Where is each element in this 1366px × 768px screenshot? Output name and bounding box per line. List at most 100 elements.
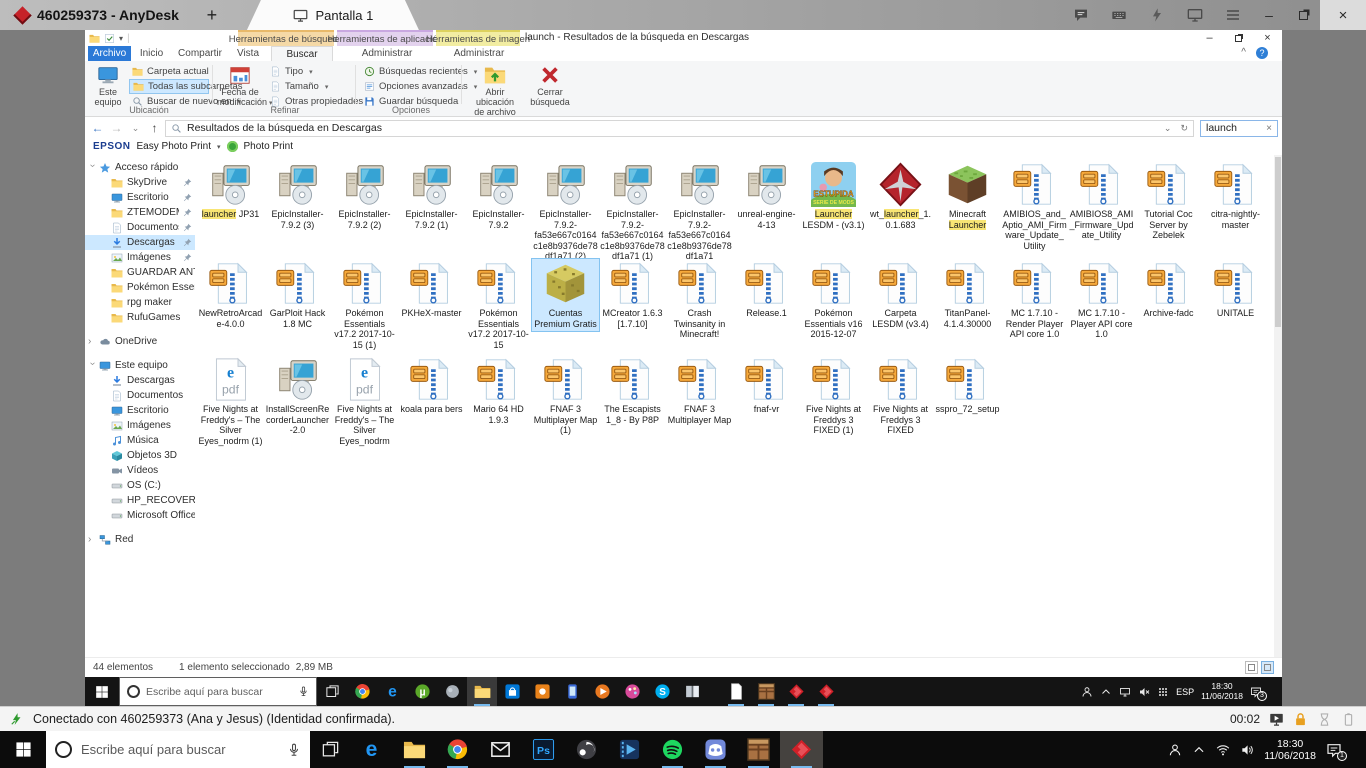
local-action-center-button[interactable]: 1 [1326,742,1342,758]
explorer-titlebar[interactable]: ▾ | Herramientas de búsqueda Herramienta… [85,30,1282,46]
lock-icon[interactable] [1293,712,1308,727]
chevron-icon[interactable]: › [88,164,96,172]
file-item[interactable]: EpicInstaller-7.9.2-fa53e667c0164c1e8b93… [666,160,733,264]
remote-task-view-button[interactable] [317,677,347,706]
sidebar-item-documentos[interactable]: Documentos [85,388,195,403]
file-item[interactable]: GarPloit Hack 1.8 MC [264,259,331,331]
file-item[interactable]: Pokémon Essentials v17.2 2017-10-15 (1) [331,259,398,352]
file-item[interactable]: EpicInstaller-7.9.2 (2) [331,160,398,232]
ps-taskbar-button[interactable] [522,731,565,768]
search-input[interactable]: launch × [1200,120,1278,137]
details-view-button[interactable] [1245,661,1258,674]
show-hidden-icons-chevron[interactable] [1192,743,1206,757]
local-search-box[interactable]: Escribe aquí para buscar [46,731,310,768]
display-settings-button[interactable] [1176,0,1214,30]
screen-share-icon[interactable] [1269,712,1284,727]
file-item[interactable]: koala para bers [398,355,465,417]
minecraft-taskbar-button[interactable] [737,731,780,768]
sidebar-item-microsoft-office-20[interactable]: Microsoft Office 20 [85,508,195,523]
anydesk-taskbar-button[interactable] [780,731,823,768]
sidebar-item-im-genes[interactable]: Imágenes [85,250,195,265]
chat-button[interactable] [1062,0,1100,30]
chevron-icon[interactable]: › [88,536,96,544]
file-item[interactable]: InstallScreenRecorderLauncher-2.0 [264,355,331,438]
help-button[interactable]: ? [1256,47,1268,59]
edge-taskbar-button[interactable] [377,677,407,706]
volume-muted-icon[interactable] [1138,686,1150,698]
file-item[interactable]: wt_launcher_1.0.1.683 [867,160,934,232]
file-item[interactable]: Minecraft Launcher [934,160,1001,232]
local-clock[interactable]: 18:30 11/06/2018 [1264,738,1316,762]
ribbon-collapse-button[interactable]: ^ [1241,47,1246,58]
file-item[interactable]: MC 1.7.10 - Player API core 1.0 [1068,259,1135,342]
grayapp-taskbar-button[interactable] [437,677,467,706]
remote-action-center-button[interactable]: 3 [1250,686,1262,698]
fecha-modificacion-button[interactable]: Fecha de modificación▾ [217,63,263,107]
file-item[interactable]: sspro_72_setup [934,355,1001,417]
sidebar-item-documentos[interactable]: Documentos [85,220,195,235]
sidebar-item-guardar-antes-d[interactable]: GUARDAR ANTES D [85,265,195,280]
tamano-button[interactable]: Tamaño▾ [267,79,353,94]
file-item[interactable]: FNAF 3 Multiplayer Map [666,355,733,427]
file-item[interactable]: EpicInstaller-7.9.2-fa53e667c0164c1e8b93… [532,160,599,264]
sidebar-section-red[interactable]: ›Red [85,532,195,547]
file-item[interactable]: Release.1 [733,259,800,321]
easy-photo-print-menu[interactable]: Easy Photo Print [137,141,211,152]
file-item[interactable]: The Escapists 1_8 - By P8P [599,355,666,427]
file-item[interactable]: AMIBIOS8_AMI_Firmware_Update_Utility [1068,160,1135,243]
forward-button[interactable]: → [108,121,125,135]
microphone-icon[interactable] [298,686,309,697]
skype-taskbar-button[interactable] [647,677,677,706]
minecraft-taskbar-button[interactable] [751,677,781,706]
anydesk-taskbar-button[interactable] [781,677,811,706]
sidebar-item-ztemodem33[interactable]: ZTEMODEM33 [85,205,195,220]
file-item[interactable]: Carpeta LESDM (v3.4) [867,259,934,331]
file-item[interactable]: Crash Twinsanity in Minecraft! [666,259,733,342]
breadcrumb[interactable]: Resultados de la búsqueda en Descargas ⌄… [165,120,1194,137]
people-icon[interactable] [1081,686,1093,698]
sidebar-section-onedrive[interactable]: ›OneDrive [85,334,195,349]
close-button[interactable]: × [1253,30,1282,46]
file-item[interactable]: EpicInstaller-7.9.2-fa53e667c0164c1e8b93… [599,160,666,264]
file-item[interactable]: TitanPanel-4.1.4.30000 [934,259,1001,331]
screen-tab[interactable]: Pantalla 1 [247,0,419,30]
tab-compartir[interactable]: Compartir [172,46,228,61]
spotify-taskbar-button[interactable] [651,731,694,768]
anydesk-taskbar-button[interactable] [811,677,841,706]
network-icon[interactable] [1119,686,1131,698]
file-item[interactable]: EpicInstaller-7.9.2 (3) [264,160,331,232]
file-item[interactable]: EpicInstaller-7.9.2 (1) [398,160,465,232]
sidebar-item-pok-mon-essentials[interactable]: Pokémon Essentials [85,280,195,295]
chrome-taskbar-button[interactable] [436,731,479,768]
sidebar-item-descargas[interactable]: Descargas [85,373,195,388]
tray-app-icon[interactable] [1157,686,1169,698]
tipo-button[interactable]: Tipo▾ [267,64,353,79]
contextual-tab-image-tools[interactable]: Herramientas de imagen [436,30,520,46]
wifi-icon[interactable] [1216,743,1230,757]
file-item[interactable]: Five Nights at Freddys 3 FIXED (1) [800,355,867,438]
anydesk-minimize-button[interactable]: – [1252,0,1286,30]
edge-taskbar-button[interactable] [350,731,393,768]
utorrent-taskbar-button[interactable] [407,677,437,706]
microphone-icon[interactable] [287,743,301,757]
new-session-tab-button[interactable]: + [195,0,229,30]
local-task-view-button[interactable] [310,731,350,768]
carpeta-actual-button[interactable]: Carpeta actual [129,64,209,79]
tab-administrar-1[interactable]: Administrar [347,46,427,61]
actions-button[interactable] [1138,0,1176,30]
chrome-taskbar-button[interactable] [347,677,377,706]
vertical-scrollbar[interactable] [1274,155,1282,657]
sidebar-item-escritorio[interactable]: Escritorio [85,403,195,418]
recent-locations-button[interactable]: ⌄ [127,123,144,134]
paint-taskbar-button[interactable] [617,677,647,706]
chevron-icon[interactable]: › [88,338,96,346]
back-button[interactable]: ← [89,121,106,135]
maximize-button[interactable] [1224,30,1253,46]
explorer-taskbar-button[interactable] [467,677,497,706]
file-item[interactable]: unreal-engine-4-13 [733,160,800,232]
menu-button[interactable] [1214,0,1252,30]
properties-icon[interactable] [104,33,115,44]
remote-search-box[interactable]: Escribe aquí para buscar [119,677,317,706]
contextual-tab-application-tools[interactable]: Herramientas de aplicación [337,30,433,46]
file-item[interactable]: Cuentas Premium Gratis [532,259,599,331]
